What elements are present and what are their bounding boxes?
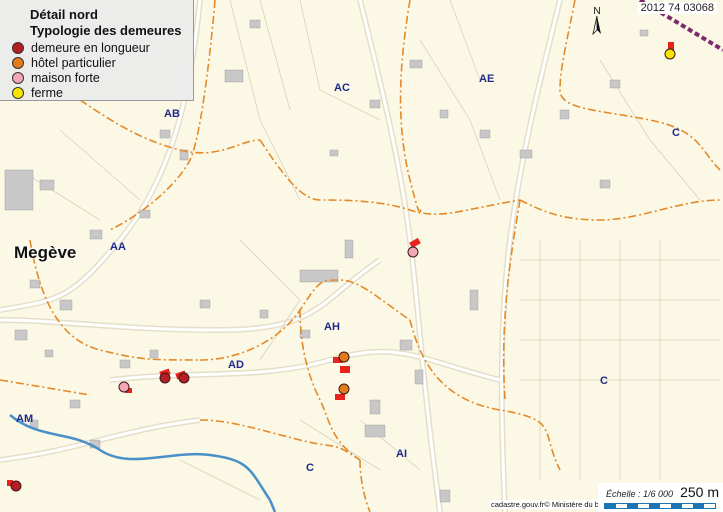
zone-label: AA <box>110 241 126 253</box>
map[interactable]: AB AC AE C AA AD AH AM C AI C Megève Dét… <box>0 0 723 512</box>
legend-dot-maison-forte-icon <box>12 71 24 84</box>
marker-demeure-longueur-1 <box>159 372 171 384</box>
zone-label: AI <box>396 448 407 460</box>
marker-demeure-longueur-2 <box>178 372 190 384</box>
legend-dot-demeure-icon <box>12 41 24 54</box>
scale-bar: Échelle : 1/6 000 250 m <box>598 483 723 512</box>
legend-title: Détail nord <box>30 7 98 22</box>
legend-item: demeure en longueur <box>12 40 150 55</box>
zone-label: AM <box>16 413 34 425</box>
legend-dot-ferme-icon <box>12 86 24 99</box>
zone-label: C <box>306 462 314 474</box>
legend-item: ferme <box>12 85 63 100</box>
marker-maison-forte-2 <box>118 381 130 393</box>
parcel-highlights <box>7 42 674 486</box>
zone-label: C <box>600 375 608 387</box>
legend-item: hôtel particulier <box>12 55 116 70</box>
legend-item-label: hôtel particulier <box>31 55 116 70</box>
svg-text:N: N <box>593 6 600 17</box>
legend: Détail nord Typologie des demeures demeu… <box>0 0 194 101</box>
zone-label: AE <box>479 73 495 85</box>
legend-subtitle: Typologie des demeures <box>30 23 182 38</box>
zone-label: C <box>672 127 680 139</box>
zone-label: AH <box>324 321 340 333</box>
legend-item-label: demeure en longueur <box>31 40 150 55</box>
zone-label: AD <box>228 359 244 371</box>
legend-item: maison forte <box>12 70 100 85</box>
scale-label: Échelle : 1/6 000 <box>606 489 674 499</box>
zone-label: AC <box>334 82 350 94</box>
town-label: Megève <box>14 243 77 262</box>
marker-maison-forte-1 <box>407 246 419 258</box>
legend-item-label: ferme <box>31 85 63 100</box>
north-arrow-icon: N <box>587 4 607 36</box>
legend-item-label: maison forte <box>31 70 100 85</box>
marker-hotel-particulier-2 <box>338 383 350 395</box>
legend-dot-hotel-icon <box>12 56 24 69</box>
markers <box>10 48 676 492</box>
reference-number: 2012 74 03068 <box>637 2 717 14</box>
scale-graphic <box>604 503 716 509</box>
zone-label: AB <box>164 108 180 120</box>
marker-hotel-particulier-1 <box>338 351 350 363</box>
marker-demeure-longueur-3 <box>10 480 22 492</box>
marker-ferme-1 <box>664 48 676 60</box>
scale-distance: 250 m <box>680 484 719 500</box>
